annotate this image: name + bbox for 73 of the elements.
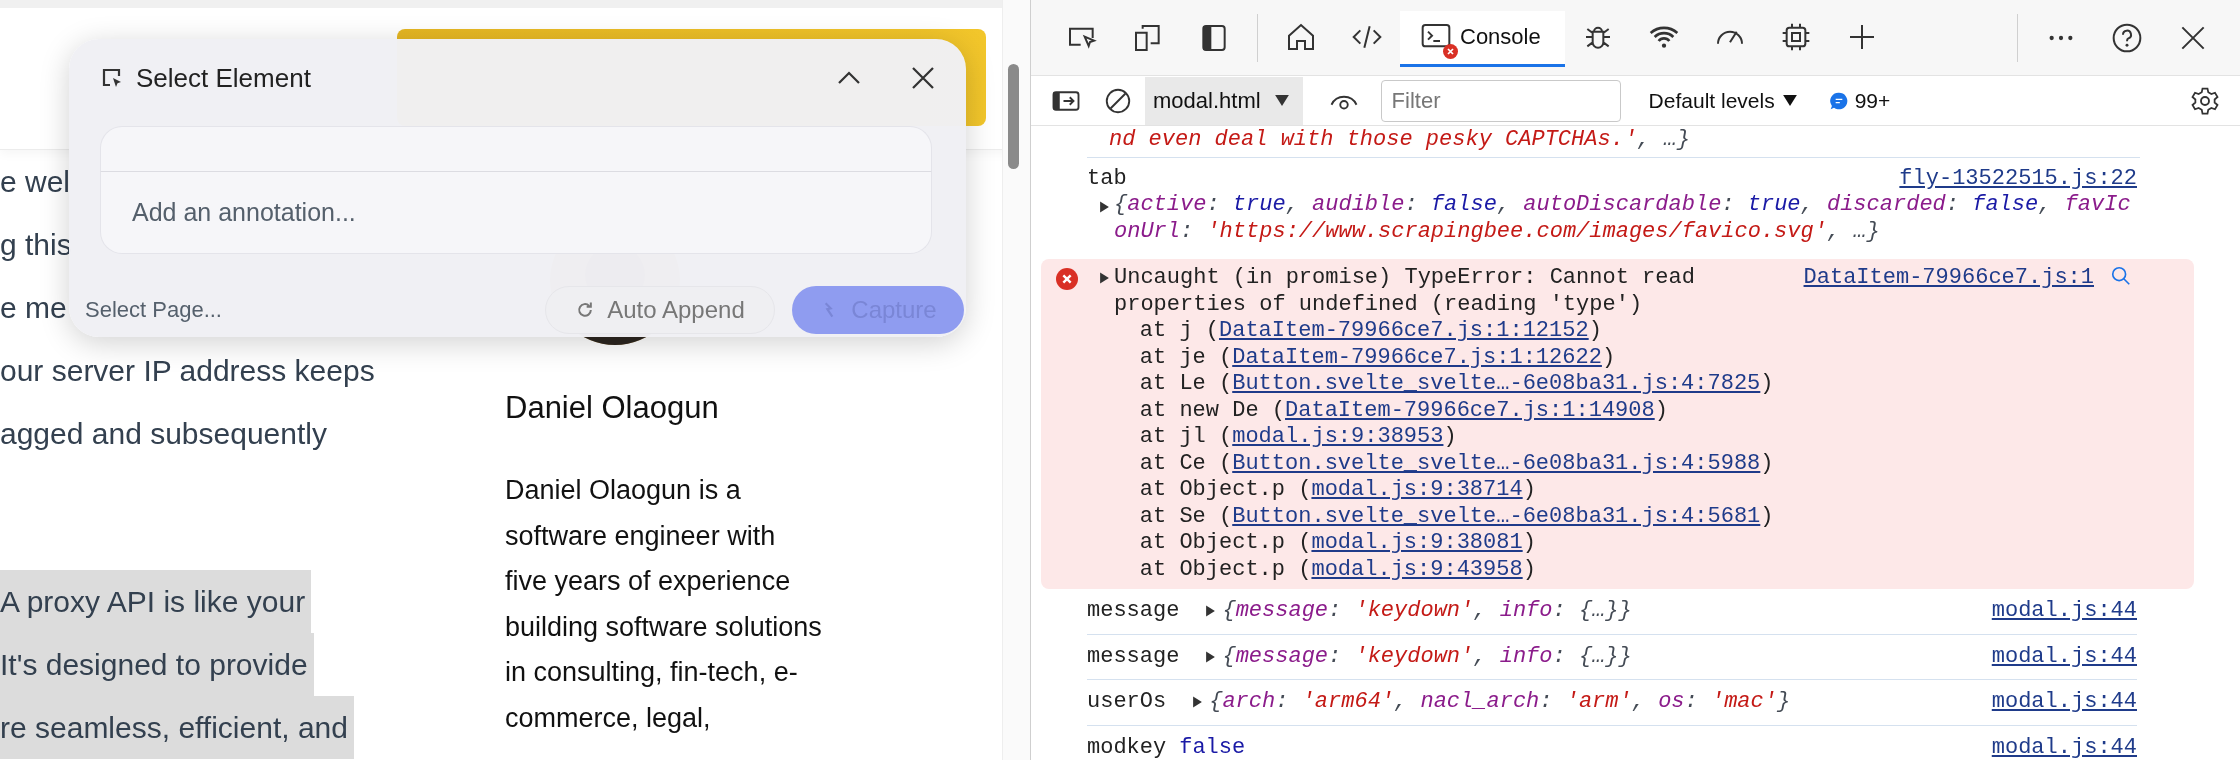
stack-frame: at new De (DataItem-79966ce7.js:1:14908) — [1087, 397, 2194, 424]
auto-append-button[interactable]: Auto Append — [545, 286, 775, 334]
object-preview: nd even deal with those pesky CAPTCHAs.', …} — [1109, 127, 1690, 152]
stack-link[interactable]: modal.js:9:38714 — [1311, 477, 1523, 502]
error-badge-icon — [1443, 44, 1458, 59]
expand-icon[interactable] — [1205, 604, 1217, 619]
context-dropdown[interactable]: modal.html — [1145, 76, 1303, 125]
expand-icon[interactable] — [1099, 271, 1110, 285]
article-text: our server IP address keeps — [0, 353, 376, 389]
stack-frame: at j (DataItem-79966ce7.js:1:12152) — [1087, 318, 2194, 345]
article-text: A proxy API is like your — [0, 570, 312, 633]
search-icon[interactable] — [2110, 265, 2132, 287]
stack-link[interactable]: Button.svelte_svelte…-6e08ba31.js:4:7825 — [1232, 371, 1761, 396]
article-text: e me — [0, 290, 68, 326]
stack-frame: at Se (Button.svelte_svelte…-6e08ba31.js:4:5681) — [1087, 503, 2194, 530]
author-bio: Daniel Olaogun is a software engineer with five years of experience building software solutions in consulting, fin-tech, e- commerce, legal, — [505, 474, 822, 735]
stack-frame: at Object.p (modal.js:9:38081) — [1087, 530, 2194, 557]
panel-title: Select Element — [136, 62, 311, 94]
settings-icon[interactable] — [2190, 85, 2220, 116]
error-icon — [1056, 268, 1078, 290]
log-label: message — [1087, 598, 1180, 625]
source-link[interactable]: fly-13522515.js:22 — [1899, 165, 2137, 192]
stack-link[interactable]: modal.js:9:43958 — [1311, 556, 1523, 582]
page-select[interactable]: Select Page... — [85, 297, 305, 323]
author-name: Daniel Olaogun — [505, 389, 720, 427]
error-text: Uncaught (in promise) TypeError: Cannot read properties of undefined (reading 'type') — [1114, 265, 1696, 318]
stack-frame: at Object.p (modal.js:9:43958) — [1087, 556, 2194, 583]
stack-frame: at jl (modal.js:9:38953) — [1087, 424, 2194, 451]
object-preview: {active: true, audible: false, autoDiscardable: true, discarded: false, favIconUrl: 'https://www.scrapingbee.com/images/favico.svg', …} — [1114, 192, 2132, 245]
stack-link[interactable]: DataItem-79966ce7.js:1:14908 — [1285, 397, 1655, 423]
stack-link[interactable]: DataItem-79966ce7.js:1:12622 — [1232, 344, 1602, 370]
source-link[interactable]: modal.js:44 — [1991, 643, 2137, 670]
source-link[interactable]: modal.js:44 — [1991, 598, 2137, 625]
filter-field[interactable]: Filter — [1380, 79, 1621, 122]
stack-frame: at Ce (Button.svelte_svelte…-6e08ba31.js:4:5988) — [1087, 450, 2194, 477]
log-label: modkey — [1087, 734, 1167, 760]
stack-link[interactable]: Button.svelte_svelte…-6e08ba31.js:4:5988 — [1232, 450, 1761, 476]
source-link[interactable]: DataItem-79966ce7.js:1 — [1803, 265, 2094, 292]
expand-icon[interactable] — [1192, 695, 1204, 710]
stack-frame: at Le (Button.svelte_svelte…-6e08ba31.js:4:7825) — [1087, 371, 2194, 398]
source-link[interactable]: modal.js:44 — [1991, 734, 2137, 760]
message-count: 99+ — [1854, 88, 1891, 113]
stack-frame: at Object.p (modal.js:9:38714) — [1087, 477, 2194, 504]
annotation-field[interactable]: Add an annotation... — [100, 172, 932, 254]
log-label: tab — [1087, 165, 1127, 192]
stack-link[interactable]: DataItem-79966ce7.js:1:12152 — [1219, 318, 1589, 343]
stack-frame: at je (DataItem-79966ce7.js:1:12622) — [1087, 344, 2194, 371]
log-label: userOs — [1087, 689, 1167, 716]
article-text: re seamless, efficient, and — [0, 696, 354, 759]
console-tab[interactable]: Console — [1400, 10, 1565, 67]
message-icon — [1828, 90, 1849, 111]
article-text: agged and subsequently — [0, 416, 328, 452]
scrollbar-thumb[interactable] — [1008, 64, 1019, 169]
log-label: message — [1087, 643, 1180, 670]
object-preview: {arch: 'arm64', nacl_arch: 'arm', os: 'mac'} — [1209, 689, 1791, 716]
article-text: g this — [0, 227, 73, 263]
element-field[interactable] — [100, 126, 932, 172]
expand-icon[interactable] — [1205, 649, 1217, 664]
article-text: It's designed to provide — [0, 633, 314, 696]
help-icon[interactable] — [2111, 21, 2143, 54]
source-link[interactable]: modal.js:44 — [1991, 689, 2137, 716]
log-levels-dropdown[interactable]: Default levels — [1642, 87, 1803, 114]
object-preview: false — [1179, 734, 1246, 760]
object-preview: {message: 'keydown', info: {…}} — [1222, 643, 1632, 670]
stack-link[interactable]: Button.svelte_svelte…-6e08ba31.js:4:5681 — [1232, 503, 1761, 529]
expand-icon[interactable] — [1099, 200, 1110, 214]
article-text: e wel — [0, 164, 72, 200]
home-icon — [1285, 21, 1317, 53]
stack-link[interactable]: modal.js:9:38953 — [1232, 424, 1444, 449]
stack-link[interactable]: modal.js:9:38081 — [1311, 530, 1523, 555]
object-preview: {message: 'keydown', info: {…}} — [1222, 598, 1632, 625]
caret-icon — [1274, 95, 1289, 106]
caret-icon — [1782, 95, 1797, 106]
